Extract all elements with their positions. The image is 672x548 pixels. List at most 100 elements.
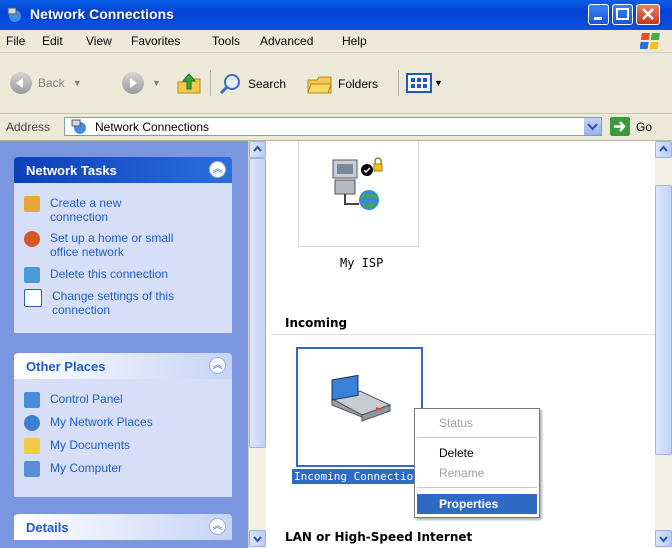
back-arrow-icon — [10, 72, 32, 94]
network-places-icon — [24, 415, 40, 431]
context-separator — [417, 437, 537, 438]
task-label: Delete this connection — [50, 267, 169, 281]
scroll-thumb[interactable] — [249, 158, 266, 448]
other-places-header[interactable]: Other Places ︽ — [14, 353, 232, 379]
toolbar: Back ▼ ▼ Search Folders ▼ — [0, 53, 672, 114]
menu-help[interactable]: Help — [342, 34, 367, 48]
network-tasks-title: Network Tasks — [26, 163, 117, 178]
back-label: Back — [38, 76, 65, 90]
address-input[interactable]: Network Connections — [64, 117, 602, 136]
network-connections-icon — [71, 119, 86, 134]
scroll-down-button[interactable] — [655, 530, 672, 547]
place-label: My Network Places — [50, 415, 153, 429]
network-connections-icon — [7, 7, 21, 22]
chevron-down-icon[interactable]: ▼ — [73, 78, 82, 88]
details-header[interactable]: Details ︽ — [14, 514, 232, 540]
maximize-icon — [616, 8, 629, 20]
title-bar[interactable]: Network Connections — [0, 0, 672, 30]
address-value: Network Connections — [95, 120, 210, 134]
delete-connection-icon — [24, 267, 40, 283]
incoming-group-header: Incoming — [285, 316, 348, 330]
task-label: Set up a home or small office network — [50, 231, 174, 259]
context-properties-item[interactable]: Properties — [417, 494, 537, 514]
scroll-up-button[interactable] — [249, 141, 266, 158]
maximize-button[interactable] — [612, 4, 633, 25]
folders-button[interactable]: Folders — [306, 72, 378, 96]
up-folder-button[interactable] — [176, 70, 202, 96]
context-delete-item[interactable]: Delete — [417, 443, 537, 463]
place-label: Control Panel — [50, 392, 123, 406]
views-icon — [406, 73, 432, 93]
documents-folder-icon — [24, 438, 40, 454]
go-button[interactable] — [610, 117, 630, 136]
collapse-icon[interactable]: ︽ — [209, 357, 226, 374]
task-change-settings[interactable]: Change settings of this connection — [24, 289, 202, 317]
place-network-places[interactable]: My Network Places — [24, 415, 153, 431]
context-menu: Status Delete Rename Properties — [414, 408, 540, 518]
collapse-icon[interactable]: ︽ — [209, 161, 226, 178]
place-label: My Computer — [50, 461, 123, 475]
window-title: Network Connections — [30, 6, 174, 22]
chevron-down-icon — [253, 536, 262, 543]
place-control-panel[interactable]: Control Panel — [24, 392, 123, 408]
chevron-down-icon[interactable]: ▼ — [152, 78, 161, 88]
context-status-item[interactable]: Status — [417, 413, 537, 433]
scroll-down-button[interactable] — [249, 530, 266, 547]
incoming-connections-label[interactable]: Incoming Connectior — [292, 469, 422, 484]
chevron-down-icon — [587, 123, 598, 131]
task-pane: Network Tasks ︽ Create a new connection … — [0, 141, 248, 548]
toolbar-divider — [210, 70, 211, 96]
up-folder-icon — [177, 73, 201, 94]
back-button[interactable]: Back ▼ — [10, 72, 82, 94]
network-connections-window: Network Connections File Edit View Favor… — [0, 0, 672, 548]
computer-icon — [24, 461, 40, 477]
menu-favorites[interactable]: Favorites — [131, 34, 180, 48]
content-scrollbar[interactable] — [655, 141, 672, 548]
task-label: Change settings of this connection — [52, 289, 175, 317]
details-title: Details — [26, 520, 69, 535]
minimize-button[interactable] — [588, 4, 609, 25]
task-home-network[interactable]: Set up a home or small office network — [24, 231, 200, 259]
menu-edit[interactable]: Edit — [42, 34, 63, 48]
toolbar-divider — [398, 70, 399, 96]
menu-view[interactable]: View — [86, 34, 112, 48]
collapse-icon[interactable]: ︽ — [209, 518, 226, 535]
context-separator — [417, 487, 537, 488]
network-tasks-panel: Create a new connection Set up a home or… — [14, 183, 232, 333]
menu-advanced[interactable]: Advanced — [260, 34, 313, 48]
task-create-connection[interactable]: Create a new connection — [24, 196, 160, 224]
scroll-up-button[interactable] — [655, 141, 672, 158]
task-delete-connection[interactable]: Delete this connection — [24, 267, 220, 283]
my-isp-label: My ISP — [340, 256, 384, 270]
folders-icon — [307, 76, 332, 94]
menu-tools[interactable]: Tools — [212, 34, 240, 48]
chevron-down-icon[interactable]: ▼ — [434, 78, 443, 88]
forward-arrow-icon — [122, 72, 144, 94]
search-button[interactable]: Search — [218, 72, 286, 96]
place-my-documents[interactable]: My Documents — [24, 438, 130, 454]
menu-file[interactable]: File — [6, 34, 25, 48]
forward-button[interactable]: ▼ — [122, 72, 161, 94]
dialup-connection-icon — [332, 157, 383, 210]
context-rename-item[interactable]: Rename — [417, 463, 537, 483]
close-icon — [642, 8, 654, 20]
home-network-icon — [24, 231, 40, 247]
place-my-computer[interactable]: My Computer — [24, 461, 122, 477]
network-tasks-header[interactable]: Network Tasks ︽ — [14, 157, 232, 183]
chevron-up-icon — [659, 145, 668, 152]
task-pane-scrollbar[interactable] — [248, 141, 266, 548]
minimize-icon — [594, 17, 602, 20]
views-button[interactable]: ▼ — [406, 72, 443, 94]
chevron-up-icon — [253, 145, 262, 152]
other-places-panel: Control Panel My Network Places My Docum… — [14, 379, 232, 497]
folders-label: Folders — [338, 77, 379, 91]
search-icon — [219, 74, 240, 95]
go-label[interactable]: Go — [636, 120, 652, 134]
task-label: Create a new connection — [50, 196, 122, 224]
my-isp-item[interactable] — [298, 141, 419, 247]
other-places-title: Other Places — [26, 359, 106, 374]
incoming-connections-item[interactable] — [296, 347, 423, 467]
close-button[interactable] — [636, 4, 660, 25]
address-dropdown-button[interactable] — [584, 118, 601, 135]
scroll-thumb[interactable] — [655, 185, 672, 455]
